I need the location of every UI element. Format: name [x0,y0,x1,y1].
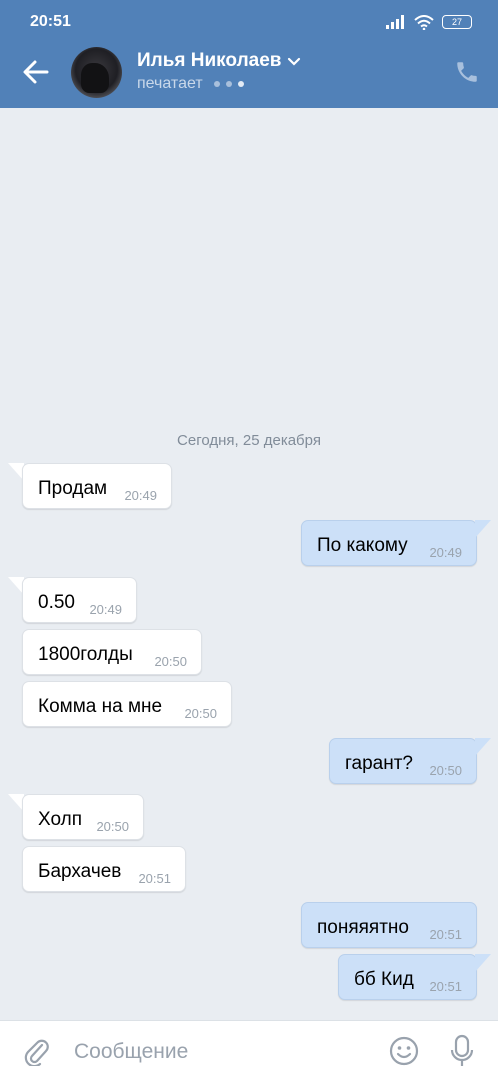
message-time: 20:50 [429,763,462,778]
message-time: 20:51 [429,927,462,942]
message-text: гарант? [345,753,413,774]
message-bubble-outgoing[interactable]: бб Кид 20:51 [338,954,477,1000]
chat-header: 20:51 27 Илья Николаев печатает [0,0,498,108]
message-text: Комма на мне [38,696,163,717]
status-time: 20:51 [30,13,71,30]
battery-icon: 27 [442,15,472,29]
status-icons: 27 [386,12,472,32]
status-bar: 20:51 27 [0,0,498,44]
message-time: 20:51 [429,979,462,994]
message-bubble-incoming[interactable]: Холп 20:50 [22,794,144,840]
message-time: 20:51 [138,871,171,886]
chevron-down-icon [288,57,301,66]
message-input[interactable] [72,1033,366,1071]
message-text: Холп [38,809,82,830]
message-time: 20:49 [429,545,462,560]
message-composer [0,1020,498,1081]
message-bubble-incoming[interactable]: 1800голды 20:50 [22,629,202,675]
bubble-tail [475,520,491,538]
message-bubble-outgoing[interactable]: По какому 20:49 [301,520,477,566]
message-text: По какому [317,535,408,556]
microphone-icon[interactable] [449,1034,475,1068]
message-text: Продам [38,478,108,499]
emoji-icon[interactable] [388,1035,420,1067]
paperclip-icon[interactable] [22,1036,50,1066]
typing-status: печатает [137,75,244,93]
contact-name[interactable]: Илья Николаев [137,50,301,72]
message-time: 20:50 [96,819,129,834]
contact-name-label: Илья Николаев [137,50,282,71]
message-time: 20:50 [184,706,217,721]
message-text: 1800голды [38,644,133,665]
avatar[interactable] [71,47,122,98]
bubble-tail [475,954,491,972]
back-arrow-icon[interactable] [20,56,52,88]
phone-icon[interactable] [454,59,480,85]
message-text: бб Кид [354,969,414,990]
bubble-tail [475,738,491,756]
message-bubble-incoming[interactable]: 0.50 20:49 [22,577,137,623]
message-bubble-incoming[interactable]: Бархачев 20:51 [22,846,186,892]
message-text: Бархачев [38,861,122,882]
message-time: 20:49 [89,602,122,617]
wifi-icon [414,14,434,30]
message-bubble-outgoing[interactable]: поняяятно 20:51 [301,902,477,948]
message-time: 20:49 [124,488,157,503]
typing-label: печатает [137,75,203,92]
message-bubble-incoming[interactable]: Комма на мне 20:50 [22,681,232,727]
date-separator: Сегодня, 25 декабря [177,432,321,449]
typing-dots-icon [213,81,244,87]
message-text: поняяятно [317,917,409,938]
message-bubble-incoming[interactable]: Продам 20:49 [22,463,172,509]
message-text: 0.50 [38,592,75,613]
signal-icon [386,15,404,29]
message-bubble-outgoing[interactable]: гарант? 20:50 [329,738,477,784]
message-time: 20:50 [154,654,187,669]
